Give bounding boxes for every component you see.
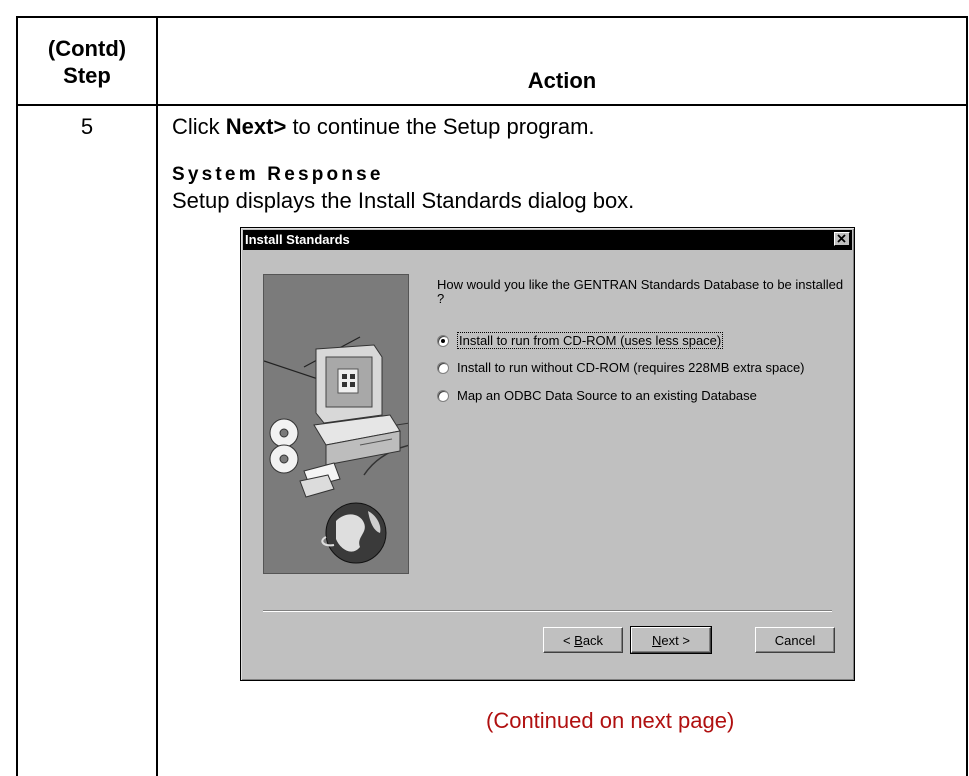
- button-divider: [263, 610, 832, 612]
- system-response-title: System Response: [172, 164, 384, 185]
- column-separator: [156, 18, 158, 776]
- dialog-titlebar: Install Standards: [243, 230, 852, 250]
- radio-map-odbc[interactable]: [437, 389, 449, 402]
- back-rest: ack: [582, 632, 604, 648]
- action-column-header: Action: [527, 68, 597, 93]
- cancel-button[interactable]: Cancel: [755, 627, 835, 653]
- action-before: Click: [172, 114, 226, 139]
- back-prefix: <: [562, 632, 575, 648]
- system-response-text: Setup displays the Install Standards dia…: [172, 188, 635, 213]
- next-button[interactable]: Next >: [630, 626, 712, 654]
- header-separator: [18, 104, 966, 106]
- next-rest: ext >: [661, 632, 690, 648]
- radio-run-without-cdrom[interactable]: [437, 361, 449, 374]
- install-standards-dialog: Install Standards How would you like the…: [240, 227, 855, 681]
- action-instruction: Click Next> to continue the Setup progra…: [172, 114, 595, 140]
- step-number: 5: [80, 114, 94, 139]
- action-after: to continue the Setup program.: [286, 114, 595, 139]
- option-run-from-cdrom[interactable]: Install to run from CD-ROM (uses less sp…: [437, 332, 724, 349]
- computer-globe-illustration-icon: [264, 275, 408, 573]
- action-bold: Next>: [225, 114, 287, 139]
- option-run-from-cdrom-label: Install to run from CD-ROM (uses less sp…: [457, 332, 724, 349]
- back-button[interactable]: < Back: [543, 627, 623, 653]
- step-header-line1: (Contd): [47, 36, 127, 61]
- radio-run-from-cdrom[interactable]: [437, 334, 449, 347]
- close-icon: [837, 234, 846, 243]
- setup-illustration: [263, 274, 409, 574]
- option-map-odbc-label: Map an ODBC Data Source to an existing D…: [457, 388, 757, 403]
- option-run-without-cdrom-label: Install to run without CD-ROM (requires …: [457, 360, 805, 375]
- back-mnemonic: B: [574, 632, 583, 648]
- dialog-title: Install Standards: [245, 232, 350, 247]
- continued-note: (Continued on next page): [486, 708, 735, 733]
- step-header-line2: Step: [63, 63, 111, 88]
- step-column-header: (Contd) Step: [18, 20, 156, 104]
- option-map-odbc[interactable]: Map an ODBC Data Source to an existing D…: [437, 388, 757, 403]
- next-mnemonic: N: [652, 632, 662, 648]
- install-prompt: How would you like the GENTRAN Standards…: [437, 277, 844, 306]
- option-run-without-cdrom[interactable]: Install to run without CD-ROM (requires …: [437, 360, 805, 375]
- close-button[interactable]: [834, 232, 850, 246]
